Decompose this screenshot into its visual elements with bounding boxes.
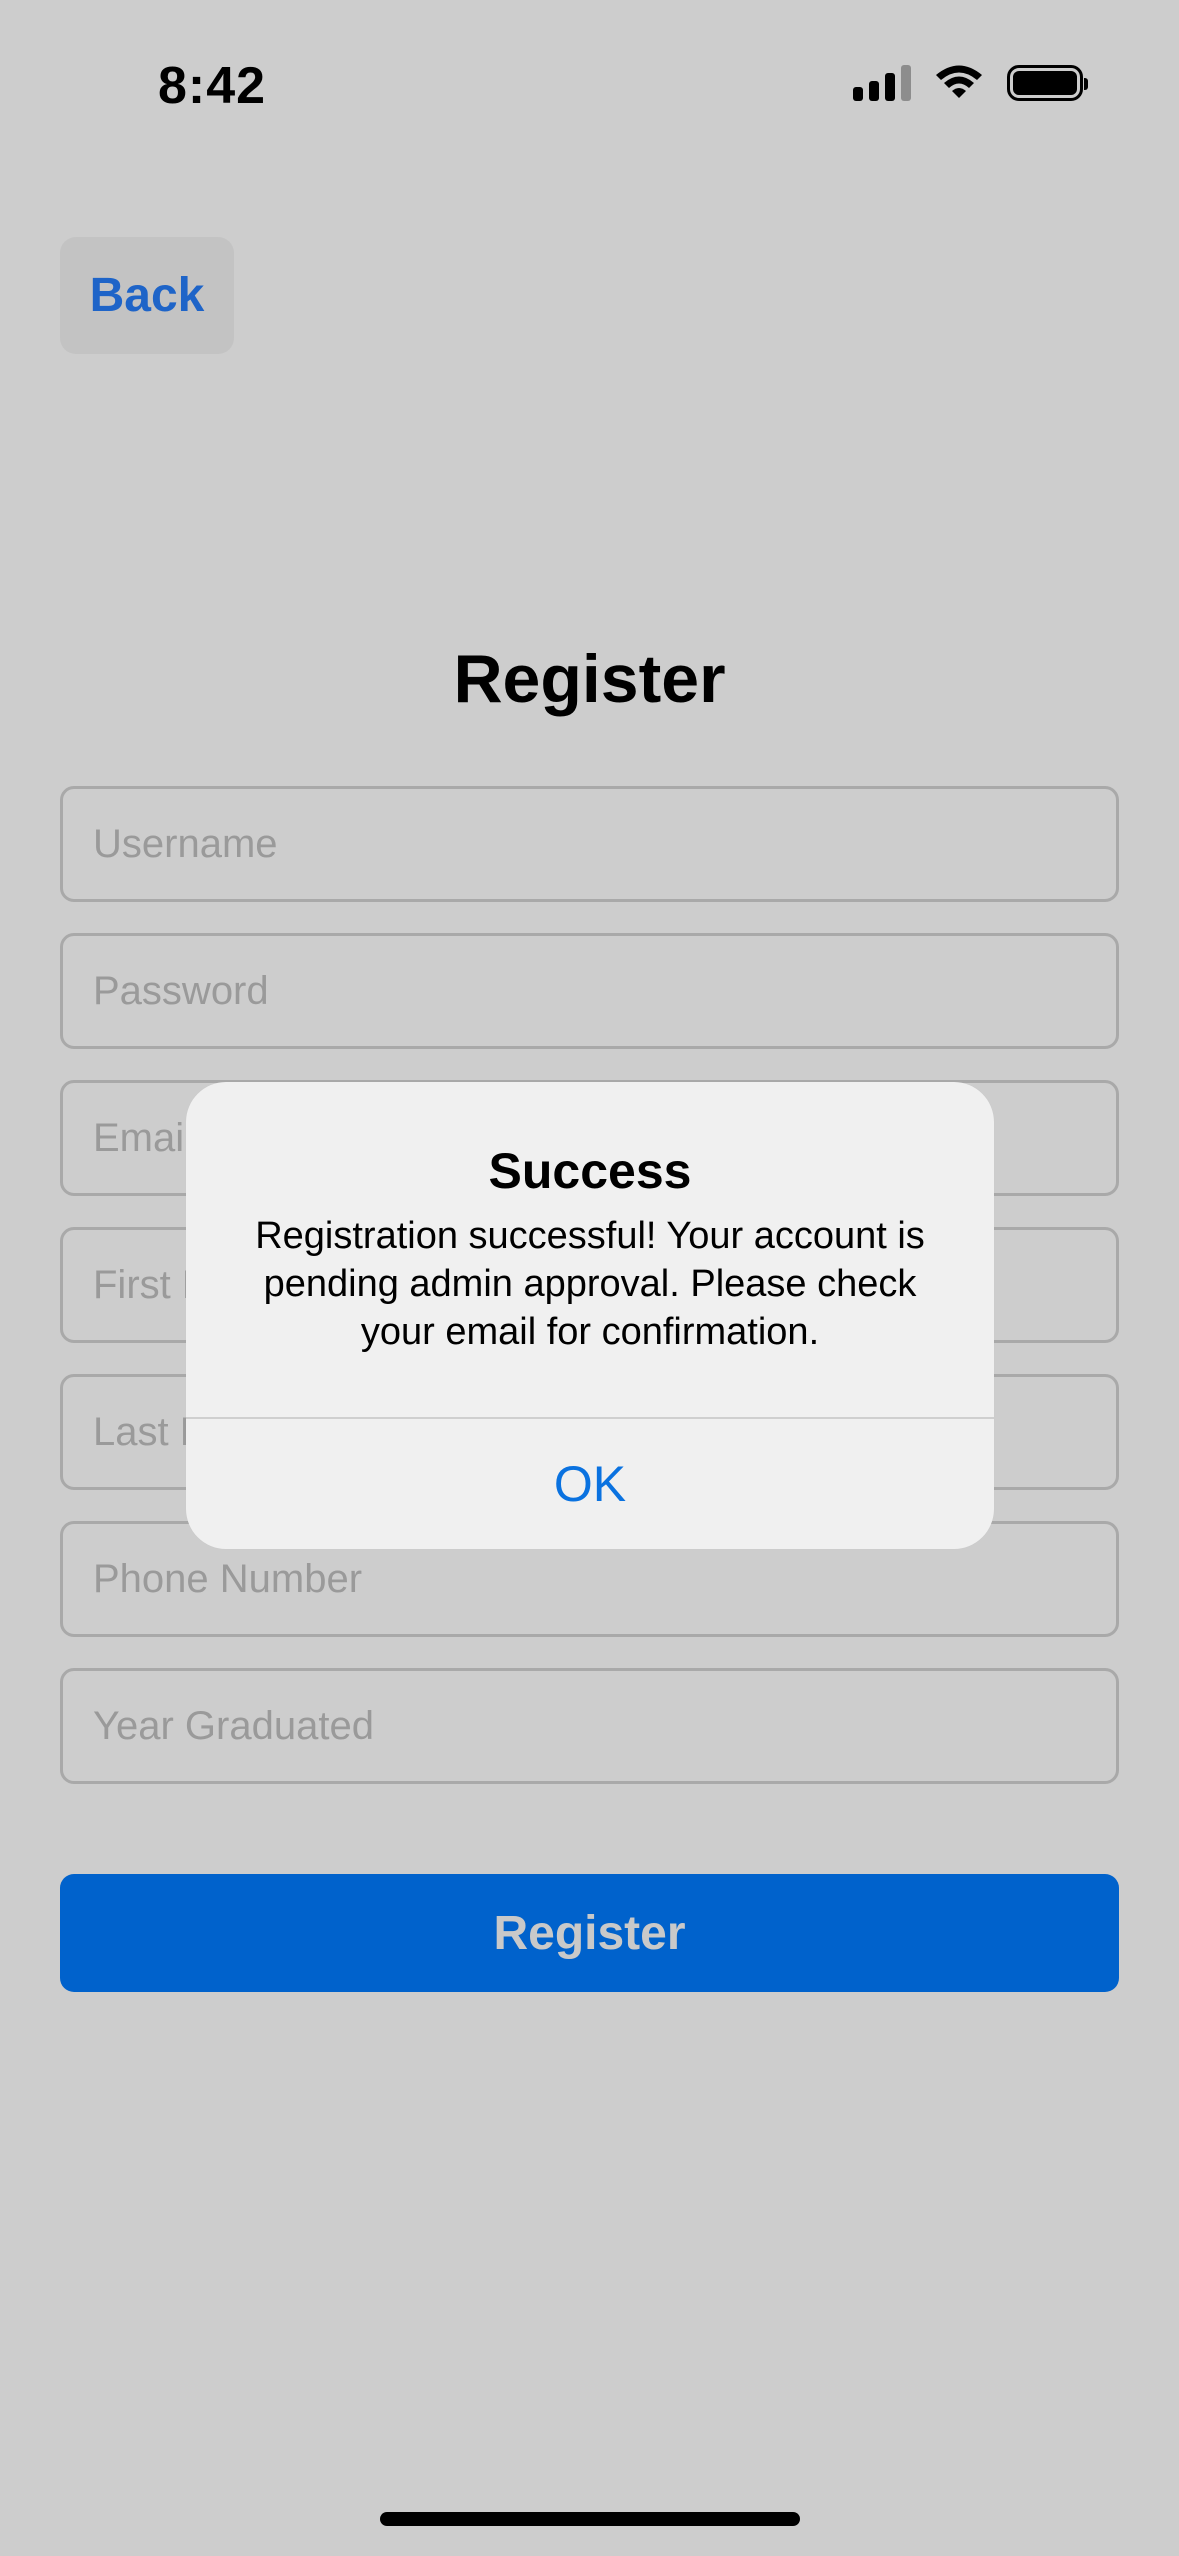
register-screen: 8:42 Back Register Register Suc <box>0 0 1179 2556</box>
alert-message: Registration successful! Your account is… <box>255 1215 925 1353</box>
year-graduated-field[interactable] <box>60 1668 1119 1784</box>
cellular-signal-icon <box>853 65 911 101</box>
alert-title: Success <box>488 1143 692 1199</box>
ok-button[interactable]: OK <box>186 1419 994 1549</box>
back-button[interactable]: Back <box>60 237 234 354</box>
home-indicator[interactable] <box>380 2512 800 2526</box>
wifi-icon <box>936 65 982 98</box>
register-button[interactable]: Register <box>60 1874 1119 1992</box>
year-graduated-input[interactable] <box>63 1671 1116 1781</box>
password-input[interactable] <box>63 936 1116 1046</box>
status-time: 8:42 <box>158 57 267 115</box>
page-title: Register <box>453 641 726 717</box>
username-input[interactable] <box>63 789 1116 899</box>
username-field[interactable] <box>60 786 1119 902</box>
password-field[interactable] <box>60 933 1119 1049</box>
success-alert: Success Registration successful! Your ac… <box>186 1082 994 1549</box>
battery-icon <box>1007 65 1088 101</box>
status-icons <box>853 64 1088 102</box>
